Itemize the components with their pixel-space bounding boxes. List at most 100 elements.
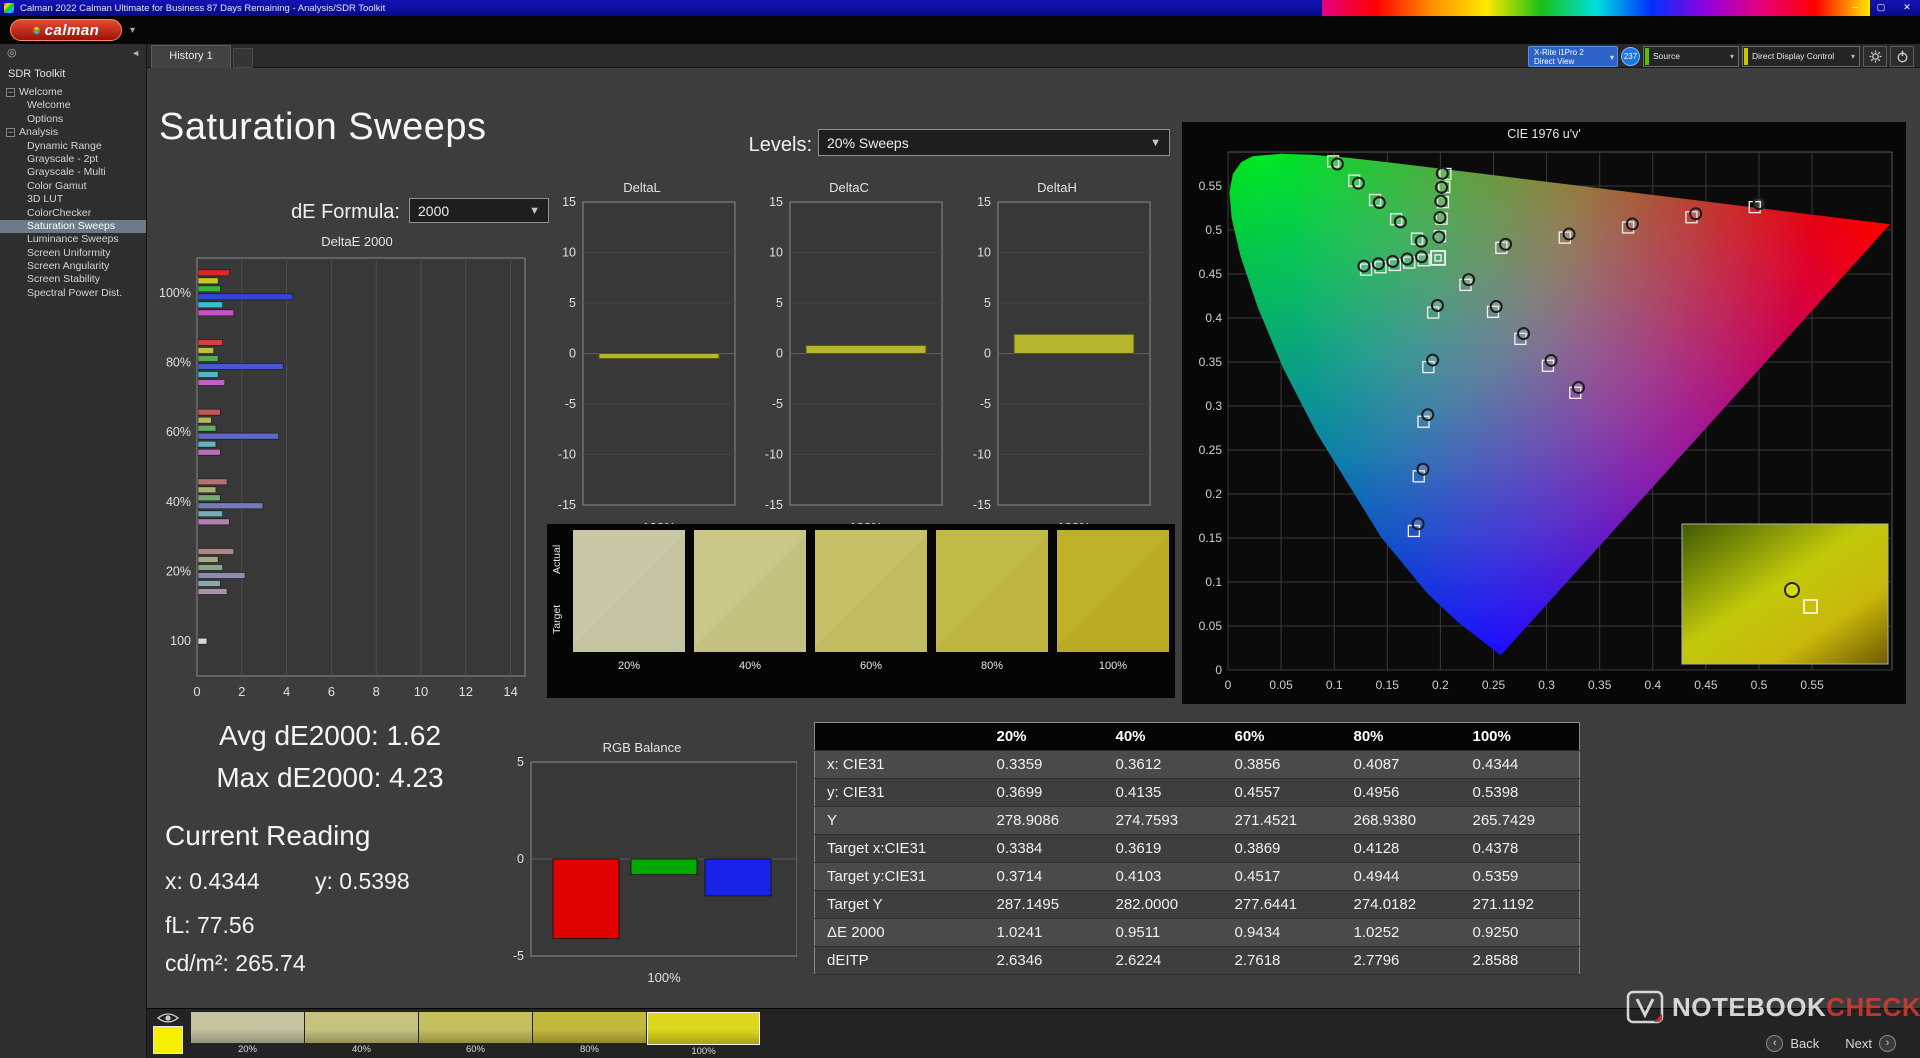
collapse-sidebar-button[interactable]: ◄ bbox=[131, 48, 140, 59]
menu-caret-icon[interactable]: ▾ bbox=[130, 25, 135, 36]
calman-menu-button[interactable]: calman bbox=[10, 19, 122, 41]
cie-measured-magenta bbox=[1517, 327, 1531, 341]
svg-text:-5: -5 bbox=[513, 949, 524, 963]
sidebar-item-analysis[interactable]: − Analysis bbox=[0, 126, 146, 139]
svg-text:0.2: 0.2 bbox=[1432, 678, 1449, 692]
minimize-button[interactable]: ─ bbox=[1842, 0, 1868, 16]
tab-history-1[interactable]: History 1 bbox=[151, 45, 231, 68]
sidebar-item-dynamic-range[interactable]: Dynamic Range bbox=[0, 140, 146, 153]
deltae-bar bbox=[197, 494, 221, 502]
deltac-title: DeltaC bbox=[829, 180, 869, 195]
sidebar-item-welcome[interactable]: Welcome bbox=[0, 99, 146, 112]
next-button[interactable]: Next › bbox=[1845, 1035, 1896, 1052]
source-dropdown[interactable]: Source ▾ bbox=[1643, 45, 1739, 67]
swatch-label: 40% bbox=[738, 660, 762, 672]
svg-text:0.4: 0.4 bbox=[1644, 678, 1661, 692]
sidebar-item-screen-angularity[interactable]: Screen Angularity bbox=[0, 260, 146, 273]
close-button[interactable]: ✕ bbox=[1894, 0, 1920, 16]
deltae-bar bbox=[197, 580, 221, 587]
sidebar-item-luminance-sweeps[interactable]: Luminance Sweeps bbox=[0, 233, 146, 246]
row-label: dEITP bbox=[814, 946, 985, 975]
table-cell: 0.5398 bbox=[1460, 778, 1580, 807]
sidebar-item-screen-stability[interactable]: Screen Stability bbox=[0, 273, 146, 286]
rgb-xlabel: 100% bbox=[647, 970, 681, 985]
display-control-dropdown[interactable]: Direct Display Control ▾ bbox=[1742, 45, 1860, 67]
sidebar-item-colorchecker[interactable]: ColorChecker bbox=[0, 207, 146, 220]
tab-stub[interactable] bbox=[233, 48, 253, 68]
svg-text:0.25: 0.25 bbox=[1199, 443, 1223, 457]
sidebar-item-3d-lut[interactable]: 3D LUT bbox=[0, 193, 146, 206]
table-cell: 0.9511 bbox=[1103, 918, 1223, 947]
svg-text:0.1: 0.1 bbox=[1326, 678, 1343, 692]
source-accent-stripe bbox=[1645, 47, 1649, 65]
tree-expander-icon[interactable]: − bbox=[6, 88, 15, 98]
sidebar-item-saturation-sweeps[interactable]: Saturation Sweeps bbox=[0, 219, 146, 234]
maximize-button[interactable]: ▢ bbox=[1868, 0, 1894, 16]
swatch-label: 80% bbox=[980, 660, 1004, 672]
cie-measured-yellow bbox=[1433, 211, 1447, 225]
cie-measured-magenta bbox=[1544, 354, 1558, 368]
table-cell: 277.6441 bbox=[1222, 890, 1342, 919]
cie-measured-green bbox=[1372, 196, 1386, 210]
main-content: Saturation Sweeps Levels: 20% Sweeps ▼ d… bbox=[147, 68, 1920, 1008]
reading-x: x: 0.4344 bbox=[165, 868, 260, 894]
svg-text:6: 6 bbox=[328, 684, 335, 699]
table-cell: 0.4103 bbox=[1103, 862, 1223, 891]
svg-text:0.05: 0.05 bbox=[1199, 619, 1223, 633]
next-arrow-icon: › bbox=[1879, 1035, 1896, 1052]
svg-text:0.05: 0.05 bbox=[1269, 678, 1293, 692]
de-formula-dropdown[interactable]: 2000 ▼ bbox=[409, 198, 549, 223]
svg-text:10: 10 bbox=[414, 684, 428, 699]
tree-expander-icon[interactable]: − bbox=[6, 128, 15, 138]
patch-strip-60%[interactable]: 60% bbox=[419, 1011, 532, 1058]
deltae-bar bbox=[197, 269, 230, 277]
page-title: Saturation Sweeps bbox=[159, 106, 487, 148]
sidebar-item-label: Options bbox=[27, 112, 64, 125]
deltae-bar bbox=[197, 371, 219, 378]
sidebar-item-label: Grayscale - Multi bbox=[27, 166, 106, 179]
svg-text:60%: 60% bbox=[166, 425, 191, 439]
sidebar-item-grayscale-multi[interactable]: Grayscale - Multi bbox=[0, 166, 146, 179]
power-button[interactable] bbox=[1890, 45, 1914, 67]
sidebar-item-spectral-power-dist[interactable]: Spectral Power Dist. bbox=[0, 287, 146, 300]
sidebar-item-screen-uniformity[interactable]: Screen Uniformity bbox=[0, 247, 146, 260]
cie-measured-yellow bbox=[1434, 194, 1448, 208]
table-cell: 0.3699 bbox=[984, 778, 1104, 807]
notebookcheck-logo-icon bbox=[1626, 990, 1664, 1024]
deltae-bar bbox=[197, 432, 279, 440]
svg-text:-10: -10 bbox=[973, 448, 991, 462]
cie-measured-cyan bbox=[1400, 252, 1414, 266]
row-label: Target y:CIE31 bbox=[814, 862, 985, 891]
svg-text:0.5: 0.5 bbox=[1205, 223, 1222, 237]
swatch-label: 100% bbox=[1098, 660, 1128, 672]
cie-measured-red bbox=[1562, 227, 1576, 241]
patch-strip-20%[interactable]: 20% bbox=[191, 1011, 304, 1058]
settings-button[interactable] bbox=[1863, 45, 1887, 67]
sidebar-item-color-gamut[interactable]: Color Gamut bbox=[0, 180, 146, 193]
sidebar-item-grayscale-2pt[interactable]: Grayscale - 2pt bbox=[0, 153, 146, 166]
notebookcheck-watermark: NOTEBOOKCHECK bbox=[1626, 990, 1920, 1024]
table-row: y: CIE31 0.3699 0.4135 0.4557 0.4956 0.5398 bbox=[814, 778, 1580, 807]
patch-strip-100%[interactable]: 100% bbox=[647, 1011, 760, 1058]
meter-button[interactable]: X-Rite i1Pro 2 Direct View ▾ bbox=[1528, 45, 1618, 67]
deltae-bar bbox=[197, 440, 217, 448]
levels-dropdown[interactable]: 20% Sweeps ▼ bbox=[818, 129, 1170, 156]
svg-text:-5: -5 bbox=[980, 397, 991, 411]
workflow-icon: ◎ bbox=[7, 47, 17, 59]
meter-line1: X-Rite i1Pro 2 bbox=[1534, 47, 1584, 57]
svg-text:0.15: 0.15 bbox=[1376, 678, 1400, 692]
deltae-bar bbox=[197, 408, 221, 416]
sidebar-item-welcome[interactable]: − Welcome bbox=[0, 86, 146, 99]
patch-strip-80%[interactable]: 80% bbox=[533, 1011, 646, 1058]
patch-strip-40%[interactable]: 40% bbox=[305, 1011, 418, 1058]
sidebar-item-label: Saturation Sweeps bbox=[27, 219, 116, 232]
back-button[interactable]: ‹ Back bbox=[1766, 1035, 1819, 1052]
sidebar-item-options[interactable]: Options bbox=[0, 113, 146, 126]
calman-window: Calman 2022 Calman Ultimate for Business… bbox=[0, 0, 1920, 1058]
sidebar-item-label: Spectral Power Dist. bbox=[27, 286, 123, 299]
sidebar-title: SDR Toolkit bbox=[8, 68, 66, 80]
chevron-down-icon: ▾ bbox=[1609, 52, 1614, 62]
svg-text:8: 8 bbox=[373, 684, 380, 699]
patch-strip-label: 60% bbox=[465, 1044, 485, 1055]
row-label: Target Y bbox=[814, 890, 985, 919]
